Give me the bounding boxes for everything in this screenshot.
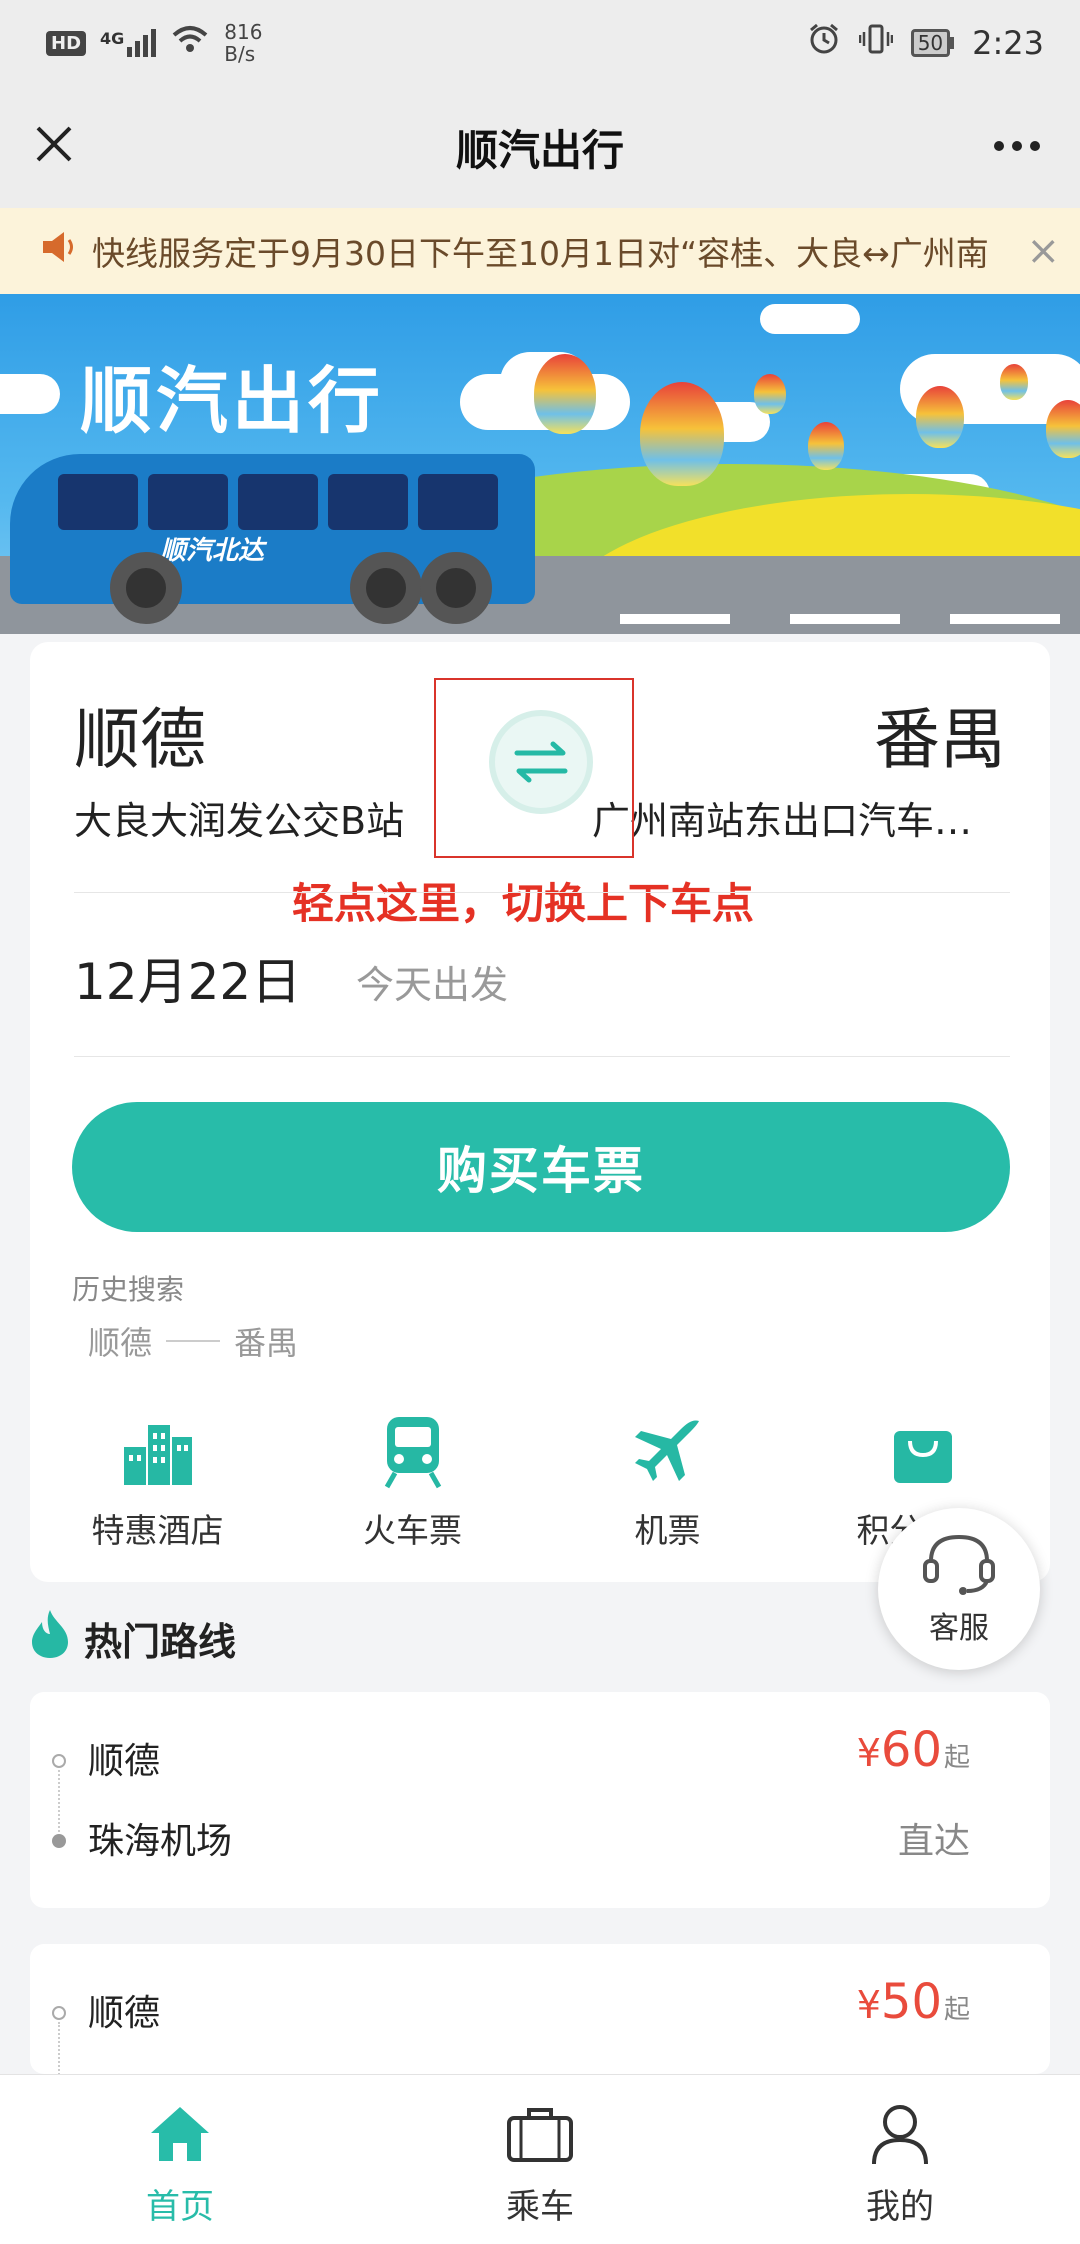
headset-icon bbox=[921, 1531, 997, 1599]
shopping-bag-icon bbox=[883, 1412, 963, 1492]
hot-routes-title: 热门路线 bbox=[84, 1619, 237, 1664]
divider bbox=[74, 1056, 1010, 1057]
quick-link-flight[interactable]: 机票 bbox=[540, 1412, 795, 1552]
train-icon bbox=[373, 1412, 453, 1492]
wifi-icon bbox=[170, 23, 210, 63]
quick-link-hotel[interactable]: 特惠酒店 bbox=[30, 1412, 285, 1552]
quick-link-label: 特惠酒店 bbox=[91, 1511, 224, 1550]
notice-close-icon[interactable]: × bbox=[1026, 228, 1060, 274]
bottom-nav: 首页 乘车 我的 bbox=[0, 2074, 1080, 2244]
quick-link-train[interactable]: 火车票 bbox=[285, 1412, 540, 1552]
close-icon bbox=[36, 126, 72, 162]
buy-ticket-button[interactable]: 购买车票 bbox=[72, 1102, 1010, 1232]
arrow-icon bbox=[166, 1340, 221, 1342]
route-price: ¥60起 bbox=[856, 1722, 970, 1778]
alarm-icon bbox=[807, 22, 841, 64]
quick-links: 特惠酒店 火车票 机票 积分商城 bbox=[30, 1412, 1050, 1552]
customer-service-label: 客服 bbox=[929, 1611, 989, 1646]
title-bar: 顺汽出行 bbox=[0, 86, 1080, 208]
notice-text: 快线服务定于9月30日下午至10月1日对“容桂、大良↔广州南 bbox=[92, 234, 989, 273]
notice-bar[interactable]: 快线服务定于9月30日下午至10月1日对“容桂、大良↔广州南 × bbox=[0, 208, 1080, 294]
customer-service-button[interactable]: 客服 bbox=[878, 1508, 1040, 1670]
status-bar: HD 4G 816 B/s 50 2:23 bbox=[0, 0, 1080, 86]
hd-badge: HD bbox=[46, 30, 87, 56]
swap-icon bbox=[514, 741, 568, 783]
history-to: 番禺 bbox=[234, 1324, 299, 1362]
speed-unit: B/s bbox=[224, 42, 256, 66]
speed-value: 816 bbox=[224, 20, 263, 44]
briefcase-icon bbox=[505, 2099, 575, 2169]
status-left: HD 4G 816 B/s bbox=[46, 21, 262, 65]
to-station[interactable]: 广州南站东出口汽车… bbox=[592, 790, 1012, 845]
nav-mine[interactable]: 我的 bbox=[720, 2075, 1080, 2244]
to-city[interactable]: 番禺 bbox=[874, 686, 1006, 782]
nav-label: 我的 bbox=[866, 2187, 934, 2227]
route-from: 顺德 bbox=[88, 1993, 161, 2034]
network-speed: 816 B/s bbox=[224, 21, 262, 65]
more-icon bbox=[994, 141, 1040, 151]
nav-label: 乘车 bbox=[506, 2187, 574, 2227]
route-type: 直达 bbox=[897, 1821, 970, 1862]
battery-icon: 50 bbox=[910, 29, 955, 57]
hot-routes-header: 热门路线 bbox=[28, 1608, 237, 1669]
bus-label: 顺汽北达 bbox=[160, 536, 265, 566]
route-from: 顺德 bbox=[88, 1741, 161, 1782]
history-from: 顺德 bbox=[88, 1324, 153, 1362]
plane-icon bbox=[628, 1412, 708, 1492]
page-title: 顺汽出行 bbox=[455, 125, 624, 175]
network-type: 4G bbox=[100, 29, 125, 48]
quick-link-label: 机票 bbox=[634, 1511, 701, 1550]
route-to: 珠海机场 bbox=[88, 1821, 233, 1862]
quick-link-label: 火车票 bbox=[363, 1511, 462, 1550]
departure-date[interactable]: 12月22日 bbox=[74, 942, 301, 1014]
clock: 2:23 bbox=[972, 24, 1044, 62]
vibrate-icon bbox=[858, 22, 893, 64]
route-price: ¥50起 bbox=[856, 1974, 970, 2030]
route-card[interactable]: 顺德 珠海机场 ¥60起 直达 bbox=[30, 1692, 1050, 1908]
from-station[interactable]: 大良大润发公交B站 bbox=[74, 790, 404, 845]
date-hint: 今天出发 bbox=[356, 963, 509, 1007]
nav-ride[interactable]: 乘车 bbox=[360, 2075, 720, 2244]
hotel-icon bbox=[118, 1412, 198, 1492]
banner-brand: 顺汽出行 bbox=[80, 359, 385, 443]
swap-hint: 轻点这里，切换上下车点 bbox=[292, 879, 755, 928]
battery-level: 50 bbox=[910, 29, 951, 57]
flame-icon bbox=[28, 1608, 72, 1669]
divider bbox=[74, 892, 1010, 893]
booking-card: 顺德 番禺 大良大润发公交B站 广州南站东出口汽车… 轻点这里，切换上下车点 1… bbox=[30, 642, 1050, 1582]
signal-icon: 4G bbox=[100, 29, 157, 57]
nav-home[interactable]: 首页 bbox=[0, 2075, 360, 2244]
history-item[interactable]: 顺德 番禺 bbox=[88, 1318, 298, 1364]
from-city[interactable]: 顺德 bbox=[74, 686, 206, 782]
route-card[interactable]: 顺德 ¥50起 bbox=[30, 1944, 1050, 2074]
status-right: 50 2:23 bbox=[807, 22, 1044, 64]
promo-banner[interactable]: 顺汽出行 顺汽北达 bbox=[0, 294, 1080, 634]
user-icon bbox=[865, 2099, 935, 2169]
nav-label: 首页 bbox=[146, 2187, 214, 2227]
more-button[interactable] bbox=[992, 116, 1042, 172]
swap-button[interactable] bbox=[489, 710, 593, 814]
speaker-icon bbox=[40, 230, 78, 273]
history-label: 历史搜索 bbox=[72, 1273, 185, 1306]
close-button[interactable] bbox=[26, 116, 82, 172]
home-icon bbox=[145, 2099, 215, 2169]
